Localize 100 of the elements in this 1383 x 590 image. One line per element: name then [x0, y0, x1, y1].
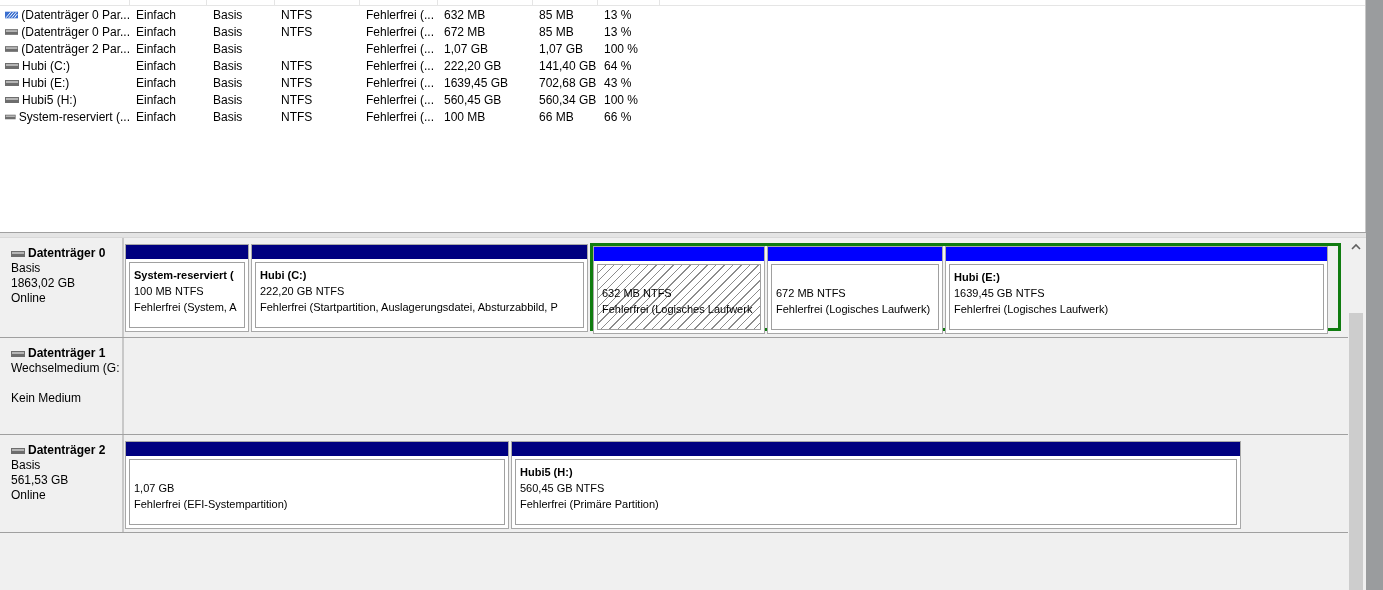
partition-status: Fehlerfrei (Logisches Laufwerk): [776, 303, 931, 315]
table-cell: 672 MB: [444, 24, 486, 39]
table-cell: Fehlerfrei (...: [366, 75, 434, 90]
table-cell: Einfach: [136, 75, 177, 90]
partition-status: Fehlerfrei (EFI-Systempartition): [134, 498, 288, 510]
partition-block[interactable]: Hubi5 (H:) 560,45 GB NTFS Fehlerfrei (Primäre Partition): [511, 441, 1241, 529]
table-cell: 560,34 GB: [539, 92, 597, 107]
table-cell: Einfach: [136, 109, 177, 124]
volume-row[interactable]: System-reserviert (... Einfach Basis NTFS Fehlerfrei (... 100 MB 66 MB 66 %: [0, 108, 1365, 125]
partition-size: 560,45 GB NTFS: [520, 482, 605, 494]
table-cell: Fehlerfrei (...: [366, 109, 434, 124]
table-cell: 100 %: [604, 41, 639, 56]
disk-info-panel[interactable]: Datenträger 1 Wechselmedium (G: Kein Medium: [0, 338, 124, 434]
partition-name: Hubi (C:): [260, 269, 307, 281]
table-cell: 141,40 GB: [539, 58, 597, 73]
disk-info-text: 561,53 GB: [11, 473, 69, 487]
table-cell: Basis: [213, 58, 243, 73]
partition-block[interactable]: Hubi (C:) 222,20 GB NTFS Fehlerfrei (Startpartition, Auslagerungsdatei, Absturzabbild, P: [251, 244, 588, 332]
disk-title: Datenträger 1: [28, 346, 106, 361]
partition-block[interactable]: Hubi (E:) 1639,45 GB NTFS Fehlerfrei (Logisches Laufwerk): [945, 246, 1328, 334]
partition-block[interactable]: System-reserviert ( 100 MB NTFS Fehlerfrei (System, A: [125, 244, 249, 332]
volume-row[interactable]: Hubi (C:) Einfach Basis NTFS Fehlerfrei (... 222,20 GB 141,40 GB 64 %: [0, 57, 1365, 74]
table-cell: 632 MB: [444, 7, 486, 22]
table-cell: Fehlerfrei (...: [366, 7, 434, 22]
table-cell: 43 %: [604, 75, 632, 90]
volume-row[interactable]: Hubi5 (H:) Einfach Basis NTFS Fehlerfrei (... 560,45 GB 560,34 GB 100 %: [0, 91, 1365, 108]
table-cell: Basis: [213, 109, 243, 124]
partition-status: Fehlerfrei (Startpartition, Auslagerungsdatei, Absturzabbild, P: [260, 301, 558, 313]
disk-title: Datenträger 2: [28, 443, 106, 458]
table-cell: 13 %: [604, 7, 632, 22]
disk-info-text: Wechselmedium (G:: [11, 361, 120, 375]
table-cell: 1,07 GB: [539, 41, 584, 56]
partition-size: 100 MB NTFS: [134, 285, 204, 297]
table-cell: (Datenträger 2 Par...: [21, 41, 130, 56]
table-cell: 66 MB: [539, 109, 574, 124]
disk-info-text: Online: [11, 291, 46, 305]
partition-name: System-reserviert (: [134, 269, 234, 281]
table-cell: Fehlerfrei (...: [366, 41, 434, 56]
table-cell: 1,07 GB: [444, 41, 489, 56]
table-cell: NTFS: [281, 24, 313, 39]
table-cell: Einfach: [136, 92, 177, 107]
table-cell: NTFS: [281, 58, 313, 73]
disk-info-text: Kein Medium: [11, 391, 82, 405]
table-cell: Einfach: [136, 58, 177, 73]
table-cell: NTFS: [281, 75, 313, 90]
disk-info-text: Basis: [11, 458, 41, 472]
table-cell: 13 %: [604, 24, 632, 39]
partition-block[interactable]: 1,07 GB Fehlerfrei (EFI-Systempartition): [125, 441, 509, 529]
table-cell: Fehlerfrei (...: [366, 58, 434, 73]
partition-status: Fehlerfrei (Primäre Partition): [520, 498, 659, 510]
scrollbar-thumb[interactable]: [1349, 313, 1363, 590]
table-cell: Einfach: [136, 7, 177, 22]
disk-title: Datenträger 0: [28, 246, 106, 261]
table-cell: Hubi5 (H:): [22, 92, 77, 107]
disk-info-text: Basis: [11, 261, 41, 275]
table-cell: (Datenträger 0 Par...: [21, 7, 130, 22]
table-cell: 66 %: [604, 109, 632, 124]
partition-status: Fehlerfrei (Logisches Laufwerk: [602, 303, 753, 315]
volume-row[interactable]: (Datenträger 0 Par... Einfach Basis NTFS Fehlerfrei (... 632 MB 85 MB 13 %: [0, 6, 1365, 23]
table-cell: NTFS: [281, 92, 313, 107]
table-cell: Fehlerfrei (...: [366, 24, 434, 39]
partition-block[interactable]: 632 MB NTFS Fehlerfrei (Logisches Laufwerk: [593, 246, 765, 334]
disk-info-text: 1863,02 GB: [11, 276, 76, 290]
table-cell: 100 %: [604, 92, 639, 107]
table-cell: Basis: [213, 7, 243, 22]
partition-name: Hubi (E:): [954, 271, 1000, 283]
partition-size: 672 MB NTFS: [776, 287, 846, 299]
partition-size: 632 MB NTFS: [602, 287, 672, 299]
partition-name: Hubi5 (H:): [520, 466, 573, 478]
partition-block[interactable]: 672 MB NTFS Fehlerfrei (Logisches Laufwerk): [767, 246, 943, 334]
volume-row[interactable]: (Datenträger 0 Par... Einfach Basis NTFS Fehlerfrei (... 672 MB 85 MB 13 %: [0, 23, 1365, 40]
table-cell: 702,68 GB: [539, 75, 597, 90]
disk-info-text: Online: [11, 488, 46, 502]
table-cell: Basis: [213, 41, 243, 56]
partition-size: 1639,45 GB NTFS: [954, 287, 1045, 299]
volume-row[interactable]: (Datenträger 2 Par... Einfach Basis Fehlerfrei (... 1,07 GB 1,07 GB 100 %: [0, 40, 1365, 57]
table-cell: 222,20 GB: [444, 58, 502, 73]
table-cell: Basis: [213, 75, 243, 90]
table-cell: Einfach: [136, 24, 177, 39]
scroll-up-icon[interactable]: [1351, 243, 1361, 251]
partition-size: 1,07 GB: [134, 482, 175, 494]
table-cell: 64 %: [604, 58, 632, 73]
table-cell: Einfach: [136, 41, 177, 56]
table-cell: Hubi (C:): [22, 58, 70, 73]
partition-status: Fehlerfrei (Logisches Laufwerk): [954, 303, 1109, 315]
table-cell: 85 MB: [539, 7, 574, 22]
table-cell: 560,45 GB: [444, 92, 502, 107]
table-cell: System-reserviert (...: [18, 109, 130, 124]
table-cell: 100 MB: [444, 109, 486, 124]
partition-status: Fehlerfrei (System, A: [134, 301, 237, 313]
table-cell: Basis: [213, 24, 243, 39]
table-cell: NTFS: [281, 109, 313, 124]
partition-size: 222,20 GB NTFS: [260, 285, 345, 297]
table-cell: NTFS: [281, 7, 313, 22]
table-cell: Basis: [213, 92, 243, 107]
volume-row[interactable]: Hubi (E:) Einfach Basis NTFS Fehlerfrei (... 1639,45 GB 702,68 GB 43 %: [0, 74, 1365, 91]
table-cell: Fehlerfrei (...: [366, 92, 434, 107]
table-cell: (Datenträger 0 Par...: [21, 24, 130, 39]
table-cell: 85 MB: [539, 24, 574, 39]
table-cell: 1639,45 GB: [444, 75, 509, 90]
